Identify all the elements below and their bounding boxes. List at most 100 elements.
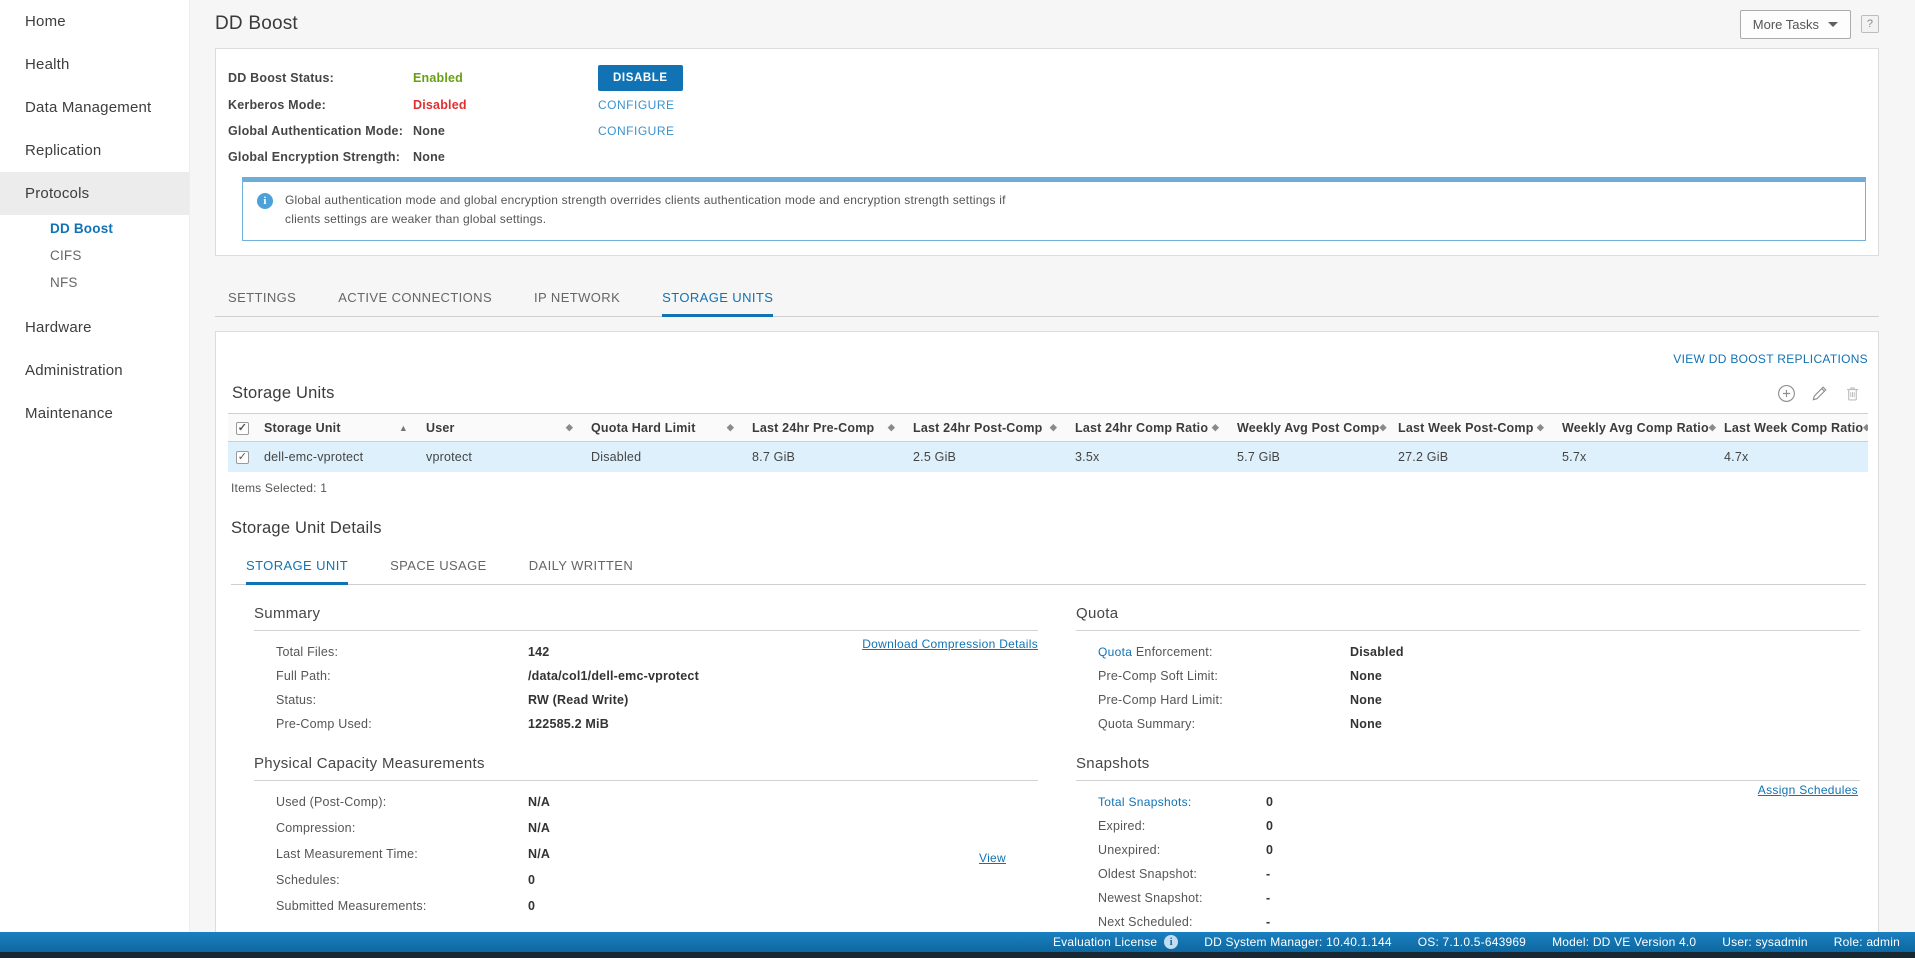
detail-label: Total Files:	[276, 645, 528, 659]
column-header-last-week-comp-ratio[interactable]: Last Week Comp Ratio◆	[1716, 414, 1868, 442]
detail-label: Quota Summary:	[1098, 717, 1350, 731]
more-tasks-button[interactable]: More Tasks	[1740, 10, 1851, 39]
sidebar-item-maintenance[interactable]: Maintenance	[0, 392, 189, 435]
detail-value: 0	[528, 899, 535, 913]
cell-quota-hard-limit: Disabled	[583, 442, 744, 472]
detail-value: Disabled	[1350, 645, 1404, 659]
detail-value: N/A	[528, 795, 550, 809]
model: Model: DD VE Version 4.0	[1552, 935, 1696, 949]
column-header-weekly-avg-comp-ratio[interactable]: Weekly Avg Comp Ratio◆	[1554, 414, 1716, 442]
configure-kerberos-link[interactable]: CONFIGURE	[598, 98, 675, 112]
detail-value: None	[1350, 669, 1382, 683]
detail-label: Last Measurement Time:	[276, 847, 528, 861]
table-header-row: ✓ Storage Unit▲ User◆ Quota Hard Limit◆ …	[228, 414, 1868, 442]
sort-icon: ◆	[566, 422, 575, 433]
sidebar-item-administration[interactable]: Administration	[0, 349, 189, 392]
table-row[interactable]: ✓ dell-emc-vprotect vprotect Disabled 8.…	[228, 442, 1868, 472]
sort-icon: ◆	[888, 422, 897, 433]
row-checkbox[interactable]: ✓	[236, 451, 249, 464]
detail-label: Next Scheduled:	[1098, 915, 1266, 929]
cell-last-week-comp-ratio: 4.7x	[1716, 442, 1868, 472]
sidebar-item-cifs[interactable]: CIFS	[0, 242, 189, 269]
total-snapshots-link[interactable]: Total Snapshots:	[1098, 795, 1192, 809]
protocol-tabbar: SETTINGS ACTIVE CONNECTIONS IP NETWORK S…	[215, 282, 1879, 317]
column-header-last24-comp-ratio[interactable]: Last 24hr Comp Ratio◆	[1067, 414, 1229, 442]
tab-storage-unit[interactable]: STORAGE UNIT	[246, 550, 348, 585]
detail-value: 0	[1266, 819, 1273, 833]
column-header-weekly-avg-post-comp[interactable]: Weekly Avg Post Comp◆	[1229, 414, 1390, 442]
sidebar-item-hardware[interactable]: Hardware	[0, 306, 189, 349]
table-actions	[1777, 384, 1866, 403]
edit-storage-unit-icon[interactable]	[1810, 384, 1829, 403]
status-row-auth-mode: Global Authentication Mode: None CONFIGU…	[228, 118, 1866, 143]
tab-settings[interactable]: SETTINGS	[228, 282, 296, 317]
cell-last24-pre-comp: 8.7 GiB	[744, 442, 905, 472]
configure-auth-link[interactable]: CONFIGURE	[598, 124, 675, 138]
quota-link[interactable]: Quota	[1098, 645, 1132, 659]
assign-schedules-link[interactable]: Assign Schedules	[1758, 783, 1858, 797]
quota-section: Quota Quota Enforcement: Disabled Pre-Co…	[1076, 605, 1860, 731]
status-value: Disabled	[413, 98, 598, 112]
storage-units-card: VIEW DD BOOST REPLICATIONS Storage Units	[215, 331, 1879, 932]
info-banner: i Global authentication mode and global …	[242, 177, 1866, 241]
column-header-last-week-post-comp[interactable]: Last Week Post-Comp◆	[1390, 414, 1554, 442]
system-manager-address: DD System Manager: 10.40.1.144	[1204, 935, 1391, 949]
status-label: Kerberos Mode:	[228, 98, 413, 112]
detail-label: Status:	[276, 693, 528, 707]
detail-value: -	[1266, 915, 1270, 929]
sort-icon: ◆	[1212, 422, 1221, 433]
column-header-user[interactable]: User◆	[418, 414, 583, 442]
select-all-checkbox[interactable]: ✓	[236, 422, 249, 435]
info-banner-text: Global authentication mode and global en…	[285, 191, 1006, 228]
physical-capacity-section: Physical Capacity Measurements View Used…	[254, 755, 1038, 913]
tab-ip-network[interactable]: IP NETWORK	[534, 282, 620, 317]
status-label: DD Boost Status:	[228, 71, 413, 85]
column-header-last24-pre-comp[interactable]: Last 24hr Pre-Comp◆	[744, 414, 905, 442]
role: Role: admin	[1834, 935, 1900, 949]
sidebar-item-replication[interactable]: Replication	[0, 129, 189, 172]
view-dd-boost-replications-link[interactable]: VIEW DD BOOST REPLICATIONS	[1673, 352, 1868, 366]
sidebar-item-protocols[interactable]: Protocols	[0, 172, 189, 215]
snapshots-title: Snapshots	[1076, 755, 1860, 781]
detail-value: 142	[528, 645, 549, 659]
sidebar-item-data-management[interactable]: Data Management	[0, 86, 189, 129]
tab-storage-units[interactable]: STORAGE UNITS	[662, 282, 773, 317]
cell-weekly-avg-comp-ratio: 5.7x	[1554, 442, 1716, 472]
help-button[interactable]: ?	[1861, 15, 1879, 33]
sidebar-item-health[interactable]: Health	[0, 43, 189, 86]
page-header: DD Boost More Tasks ?	[190, 0, 1915, 48]
detail-value: RW (Read Write)	[528, 693, 628, 707]
tab-daily-written[interactable]: DAILY WRITTEN	[529, 550, 633, 585]
detail-value: None	[1350, 693, 1382, 707]
detail-label: Total Snapshots:	[1098, 795, 1266, 809]
column-header-quota-hard-limit[interactable]: Quota Hard Limit◆	[583, 414, 744, 442]
column-header-storage-unit[interactable]: Storage Unit▲	[256, 414, 418, 442]
detail-label: Unexpired:	[1098, 843, 1266, 857]
delete-storage-unit-icon[interactable]	[1843, 384, 1862, 403]
sort-asc-icon: ▲	[399, 423, 410, 433]
add-storage-unit-icon[interactable]	[1777, 384, 1796, 403]
detail-label: Expired:	[1098, 819, 1266, 833]
view-schedules-link[interactable]: View	[979, 851, 1006, 865]
column-header-last24-post-comp[interactable]: Last 24hr Post-Comp◆	[905, 414, 1067, 442]
summary-section: Summary Download Compression Details Tot…	[254, 605, 1038, 731]
license-info-icon[interactable]: i	[1164, 935, 1178, 949]
storage-units-table: ✓ Storage Unit▲ User◆ Quota Hard Limit◆ …	[228, 413, 1868, 472]
disable-button[interactable]: DISABLE	[598, 65, 683, 91]
items-selected-label: Items Selected: 1	[231, 481, 1868, 495]
sidebar-item-home[interactable]: Home	[0, 0, 189, 43]
tab-active-connections[interactable]: ACTIVE CONNECTIONS	[338, 282, 492, 317]
detail-label: Newest Snapshot:	[1098, 891, 1266, 905]
sidebar-item-dd-boost[interactable]: DD Boost	[0, 215, 189, 242]
cell-weekly-avg-post-comp: 5.7 GiB	[1229, 442, 1390, 472]
tab-space-usage[interactable]: SPACE USAGE	[390, 550, 487, 585]
os-version: OS: 7.1.0.5-643969	[1418, 935, 1526, 949]
status-row-encryption: Global Encryption Strength: None	[228, 144, 1866, 169]
download-compression-details-link[interactable]: Download Compression Details	[862, 637, 1038, 651]
detail-value: N/A	[528, 847, 550, 861]
cell-storage-unit: dell-emc-vprotect	[256, 442, 418, 472]
sort-icon: ◆	[727, 422, 736, 433]
cell-user: vprotect	[418, 442, 583, 472]
sidebar-item-nfs[interactable]: NFS	[0, 269, 189, 296]
cell-last-week-post-comp: 27.2 GiB	[1390, 442, 1554, 472]
